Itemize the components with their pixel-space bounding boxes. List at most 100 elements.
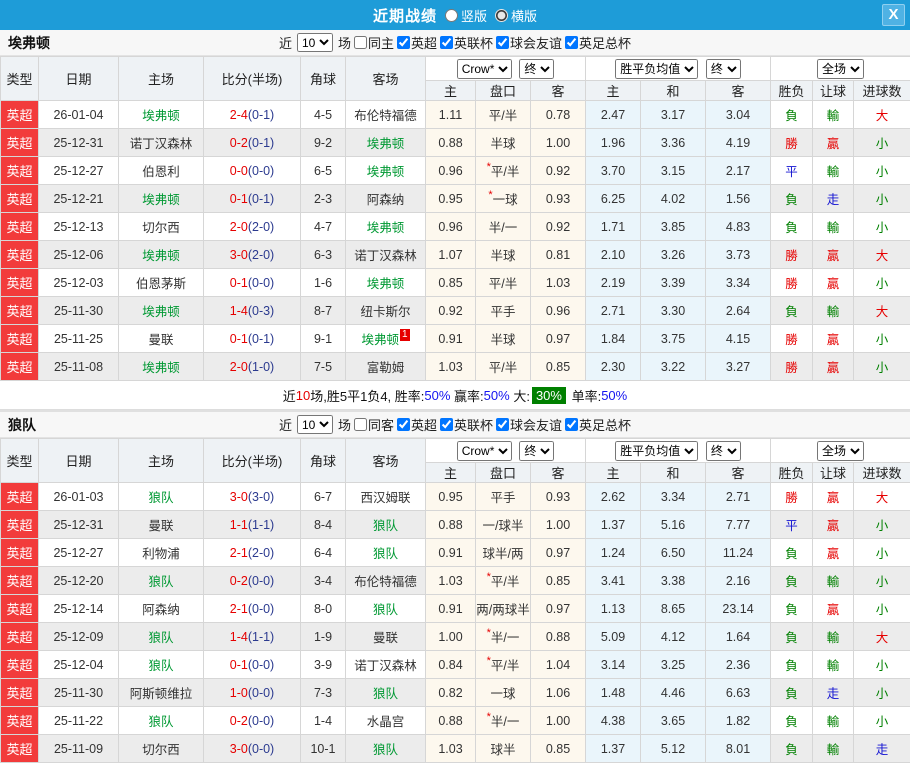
- score-cell: 3-0(0-0): [204, 735, 301, 763]
- handicap-result-cell: 輸: [813, 623, 854, 651]
- col-corner: 角球: [301, 439, 346, 483]
- date-cell: 25-12-09: [39, 623, 119, 651]
- match-row: 英超 25-12-27 伯恩利 0-0(0-0) 6-5 埃弗顿 0.96 *平…: [1, 157, 910, 185]
- avg-home-cell: 1.96: [586, 129, 641, 157]
- handicap-result-cell: 走: [813, 679, 854, 707]
- match-row: 英超 25-12-31 曼联 1-1(1-1) 8-4 狼队 0.88 一/球半…: [1, 511, 910, 539]
- col-home: 主场: [119, 57, 204, 101]
- handicap-line-cell: 一/球半: [476, 511, 531, 539]
- crown-home-odds-cell: 0.91: [426, 325, 476, 353]
- vertical-radio[interactable]: [445, 9, 458, 22]
- league-filter-premier[interactable]: 英超: [397, 415, 437, 434]
- match-row: 英超 25-12-09 狼队 1-4(1-1) 1-9 曼联 1.00 *半/一…: [1, 623, 910, 651]
- result-cell: 勝: [771, 325, 813, 353]
- col-corner: 角球: [301, 57, 346, 101]
- avg-select[interactable]: 胜平负均值: [615, 441, 698, 461]
- same-home-checkbox[interactable]: [354, 36, 367, 49]
- fa-cup-checkbox[interactable]: [565, 418, 578, 431]
- goals-result-cell: 小: [854, 539, 910, 567]
- avg-home-cell: 2.30: [586, 353, 641, 381]
- corner-cell: 2-3: [301, 185, 346, 213]
- same-home-filter[interactable]: 同主: [354, 33, 394, 52]
- date-cell: 25-11-22: [39, 707, 119, 735]
- avg-away-cell: 3.27: [706, 353, 771, 381]
- scope-select[interactable]: 全场: [817, 59, 864, 79]
- match-row: 英超 25-12-20 狼队 0-2(0-0) 3-4 布伦特福德 1.03 *…: [1, 567, 910, 595]
- games-count-select[interactable]: 10: [297, 415, 333, 434]
- close-button[interactable]: X: [882, 4, 905, 26]
- efl-cup-checkbox[interactable]: [440, 418, 453, 431]
- away-team-cell: 富勒姆: [346, 353, 426, 381]
- league-badge: 英超: [1, 213, 39, 241]
- bookmaker-select[interactable]: Crow*: [457, 441, 512, 461]
- col-avg-away: 客: [706, 463, 771, 483]
- avg-controls: 胜平负均值 终: [586, 439, 771, 463]
- result-cell: 負: [771, 539, 813, 567]
- result-cell: 勝: [771, 129, 813, 157]
- avg-draw-cell: 3.25: [641, 651, 706, 679]
- handicap-result-cell: 贏: [813, 241, 854, 269]
- final-avg-select[interactable]: 终: [706, 59, 741, 79]
- crown-away-odds-cell: 1.03: [531, 269, 586, 297]
- friendly-checkbox[interactable]: [496, 36, 509, 49]
- premier-checkbox[interactable]: [397, 36, 410, 49]
- same-away-checkbox[interactable]: [354, 418, 367, 431]
- horizontal-radio[interactable]: [495, 9, 508, 22]
- col-avg-home: 主: [586, 81, 641, 101]
- crown-home-odds-cell: 0.96: [426, 157, 476, 185]
- crown-home-odds-cell: 0.84: [426, 651, 476, 679]
- score-cell: 0-1(0-1): [204, 185, 301, 213]
- corner-cell: 3-9: [301, 651, 346, 679]
- col-avg-away: 客: [706, 81, 771, 101]
- avg-home-cell: 1.37: [586, 735, 641, 763]
- home-team-cell: 利物浦: [119, 539, 204, 567]
- avg-home-cell: 1.24: [586, 539, 641, 567]
- match-row: 英超 25-12-27 利物浦 2-1(2-0) 6-4 狼队 0.91 球半/…: [1, 539, 910, 567]
- corner-cell: 7-5: [301, 353, 346, 381]
- crown-home-odds-cell: 1.03: [426, 353, 476, 381]
- final-odds-select[interactable]: 终: [519, 59, 554, 79]
- league-filter-efl-cup[interactable]: 英联杯: [440, 33, 493, 52]
- recent-results-window: 近期战绩 竖版 横版 X 埃弗顿 近 10 场 同主: [0, 0, 910, 763]
- efl-cup-checkbox[interactable]: [440, 36, 453, 49]
- avg-away-cell: 8.01: [706, 735, 771, 763]
- crown-away-odds-cell: 0.88: [531, 623, 586, 651]
- games-count-select[interactable]: 10: [297, 33, 333, 52]
- scope-select[interactable]: 全场: [817, 441, 864, 461]
- corner-cell: 1-9: [301, 623, 346, 651]
- league-filter-efl-cup[interactable]: 英联杯: [440, 415, 493, 434]
- bookmaker-select[interactable]: Crow*: [457, 59, 512, 79]
- layout-vertical-option[interactable]: 竖版: [445, 6, 487, 25]
- avg-draw-cell: 3.26: [641, 241, 706, 269]
- league-filter-friendly[interactable]: 球会友谊: [496, 33, 562, 52]
- avg-home-cell: 2.19: [586, 269, 641, 297]
- col-away: 客场: [346, 57, 426, 101]
- friendly-checkbox[interactable]: [496, 418, 509, 431]
- avg-draw-cell: 3.34: [641, 483, 706, 511]
- handicap-line-cell: 平/半: [476, 101, 531, 129]
- league-filter-friendly[interactable]: 球会友谊: [496, 415, 562, 434]
- avg-away-cell: 4.19: [706, 129, 771, 157]
- league-filter-fa-cup[interactable]: 英足总杯: [565, 415, 631, 434]
- same-away-filter[interactable]: 同客: [354, 415, 394, 434]
- handicap-line-cell: 平手: [476, 483, 531, 511]
- avg-away-cell: 3.73: [706, 241, 771, 269]
- col-odds-away: 客: [531, 81, 586, 101]
- league-badge: 英超: [1, 567, 39, 595]
- league-filter-premier[interactable]: 英超: [397, 33, 437, 52]
- away-team-cell: 水晶宫: [346, 707, 426, 735]
- home-team-cell: 伯恩利: [119, 157, 204, 185]
- handicap-line-cell: 半球: [476, 129, 531, 157]
- avg-select[interactable]: 胜平负均值: [615, 59, 698, 79]
- score-cell: 3-0(2-0): [204, 241, 301, 269]
- final-avg-select[interactable]: 终: [706, 441, 741, 461]
- final-odds-select[interactable]: 终: [519, 441, 554, 461]
- layout-horizontal-option[interactable]: 横版: [495, 6, 537, 25]
- premier-checkbox[interactable]: [397, 418, 410, 431]
- home-team-cell: 曼联: [119, 325, 204, 353]
- date-cell: 25-12-27: [39, 157, 119, 185]
- league-filter-fa-cup[interactable]: 英足总杯: [565, 33, 631, 52]
- fa-cup-checkbox[interactable]: [565, 36, 578, 49]
- score-cell: 2-1(0-0): [204, 595, 301, 623]
- league-badge: 英超: [1, 241, 39, 269]
